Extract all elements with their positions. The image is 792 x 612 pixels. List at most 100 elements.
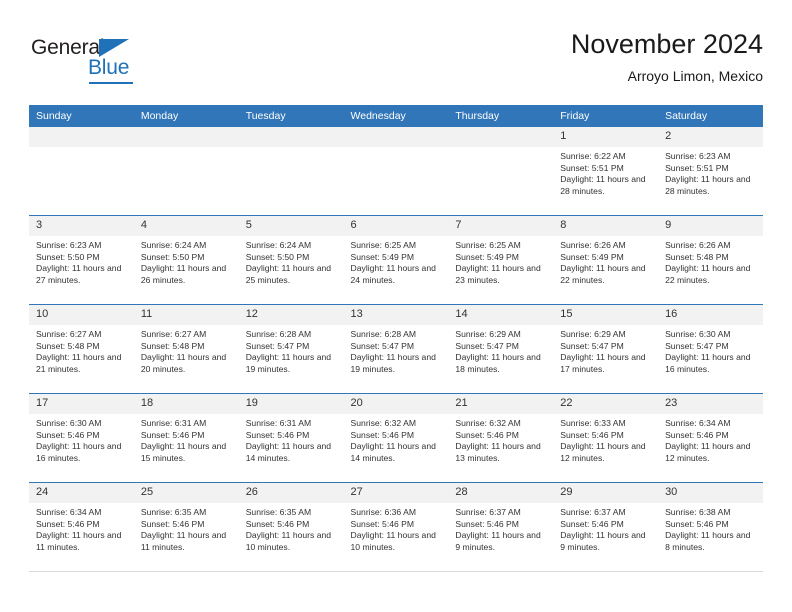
daylight-text: Daylight: 11 hours and 10 minutes. bbox=[245, 530, 332, 552]
day-number bbox=[133, 127, 239, 147]
sunset-text: Sunset: 5:47 PM bbox=[455, 340, 519, 351]
day-details bbox=[448, 147, 553, 151]
day-number: 12 bbox=[238, 305, 344, 325]
daylight-text: Daylight: 11 hours and 19 minutes. bbox=[350, 352, 436, 374]
day-number: 5 bbox=[238, 216, 344, 236]
daylight-text: Daylight: 11 hours and 16 minutes. bbox=[36, 441, 122, 463]
daylight-text: Daylight: 11 hours and 9 minutes. bbox=[455, 530, 541, 552]
calendar-day-cell[interactable]: 25 Sunrise: 6:35 AM Sunset: 5:46 PM Dayligh… bbox=[133, 482, 239, 572]
calendar-week-row: 3 Sunrise: 6:23 AM Sunset: 5:50 PM Daylight… bbox=[29, 215, 763, 305]
day-details: Sunrise: 6:25 AM Sunset: 5:49 PM Daylight:… bbox=[344, 236, 449, 286]
day-details: Sunrise: 6:34 AM Sunset: 5:46 PM Daylight:… bbox=[658, 414, 763, 464]
calendar-day-cell[interactable]: 6 Sunrise: 6:25 AM Sunset: 5:49 PM Daylight… bbox=[343, 215, 449, 305]
calendar-day-cell[interactable]: 9 Sunrise: 6:26 AM Sunset: 5:48 PM Daylight… bbox=[658, 215, 763, 305]
day-details: Sunrise: 6:24 AM Sunset: 5:50 PM Daylight:… bbox=[239, 236, 344, 286]
calendar-day-cell[interactable]: 30 Sunrise: 6:38 AM Sunset: 5:46 PM Dayligh… bbox=[658, 482, 763, 572]
calendar-day-cell[interactable]: 2 Sunrise: 6:23 AM Sunset: 5:51 PM Daylight… bbox=[658, 127, 763, 216]
day-number: 19 bbox=[238, 394, 344, 414]
general-blue-logo[interactable]: General Blue bbox=[31, 36, 171, 88]
calendar-day-cell[interactable]: 11 Sunrise: 6:27 AM Sunset: 5:48 PM Dayligh… bbox=[133, 304, 239, 394]
calendar-day-cell[interactable]: 20 Sunrise: 6:32 AM Sunset: 5:46 PM Dayligh… bbox=[343, 393, 449, 483]
day-details: Sunrise: 6:30 AM Sunset: 5:47 PM Daylight:… bbox=[658, 325, 763, 375]
weekday-header-sunday: Sunday bbox=[29, 105, 134, 127]
weekday-header-wednesday: Wednesday bbox=[343, 105, 449, 127]
calendar-day-cell[interactable]: 10 Sunrise: 6:27 AM Sunset: 5:48 PM Dayligh… bbox=[29, 304, 134, 394]
logo-underline bbox=[89, 82, 133, 84]
calendar-day-cell[interactable]: 8 Sunrise: 6:26 AM Sunset: 5:49 PM Daylight… bbox=[553, 215, 659, 305]
title-block: November 2024 Arroyo Limon, Mexico bbox=[571, 28, 763, 86]
calendar-day-cell[interactable]: 5 Sunrise: 6:24 AM Sunset: 5:50 PM Daylight… bbox=[238, 215, 344, 305]
daylight-text: Daylight: 11 hours and 11 minutes. bbox=[36, 530, 122, 552]
daylight-text: Daylight: 11 hours and 12 minutes. bbox=[665, 441, 751, 463]
page-subtitle: Arroyo Limon, Mexico bbox=[627, 68, 763, 84]
day-number: 13 bbox=[343, 305, 449, 325]
sunrise-text: Sunrise: 6:34 AM bbox=[36, 507, 102, 517]
day-number: 10 bbox=[29, 305, 134, 325]
sunrise-text: Sunrise: 6:24 AM bbox=[140, 240, 207, 250]
daylight-text: Daylight: 11 hours and 27 minutes. bbox=[36, 263, 122, 285]
day-number: 9 bbox=[658, 216, 763, 236]
sunset-text: Sunset: 5:46 PM bbox=[36, 518, 100, 529]
calendar-day-cell[interactable]: 22 Sunrise: 6:33 AM Sunset: 5:46 PM Dayligh… bbox=[553, 393, 659, 483]
daylight-text: Daylight: 11 hours and 8 minutes. bbox=[665, 530, 751, 552]
daylight-text: Daylight: 11 hours and 19 minutes. bbox=[245, 352, 332, 374]
daylight-text: Daylight: 11 hours and 20 minutes. bbox=[140, 352, 227, 374]
day-details: Sunrise: 6:36 AM Sunset: 5:46 PM Daylight:… bbox=[344, 503, 449, 553]
sunset-text: Sunset: 5:48 PM bbox=[140, 340, 205, 351]
day-number bbox=[29, 127, 134, 147]
calendar-day-cell[interactable]: 7 Sunrise: 6:25 AM Sunset: 5:49 PM Daylight… bbox=[448, 215, 554, 305]
calendar-day-cell[interactable]: 28 Sunrise: 6:37 AM Sunset: 5:46 PM Dayligh… bbox=[448, 482, 554, 572]
calendar-day-cell[interactable]: 21 Sunrise: 6:32 AM Sunset: 5:46 PM Dayligh… bbox=[448, 393, 554, 483]
sunset-text: Sunset: 5:46 PM bbox=[560, 429, 624, 440]
day-number: 16 bbox=[658, 305, 763, 325]
calendar-day-cell[interactable]: 19 Sunrise: 6:31 AM Sunset: 5:46 PM Dayligh… bbox=[238, 393, 344, 483]
calendar-day-cell[interactable]: 13 Sunrise: 6:28 AM Sunset: 5:47 PM Dayligh… bbox=[343, 304, 449, 394]
calendar-header-row: Sunday Monday Tuesday Wednesday Thursday Frid… bbox=[29, 105, 763, 127]
sunrise-text: Sunrise: 6:28 AM bbox=[350, 329, 416, 339]
day-details: Sunrise: 6:38 AM Sunset: 5:46 PM Daylight:… bbox=[658, 503, 763, 553]
calendar-day-cell[interactable]: 26 Sunrise: 6:35 AM Sunset: 5:46 PM Dayligh… bbox=[238, 482, 344, 572]
calendar-day-cell[interactable]: 24 Sunrise: 6:34 AM Sunset: 5:46 PM Dayligh… bbox=[29, 482, 134, 572]
daylight-text: Daylight: 11 hours and 18 minutes. bbox=[455, 352, 541, 374]
calendar-day-cell[interactable]: 12 Sunrise: 6:28 AM Sunset: 5:47 PM Dayligh… bbox=[238, 304, 344, 394]
day-number: 15 bbox=[553, 305, 659, 325]
calendar-day-cell[interactable]: 15 Sunrise: 6:29 AM Sunset: 5:47 PM Dayligh… bbox=[553, 304, 659, 394]
sunrise-text: Sunrise: 6:29 AM bbox=[455, 329, 521, 339]
day-number: 8 bbox=[553, 216, 659, 236]
sunset-text: Sunset: 5:46 PM bbox=[36, 429, 100, 440]
sunrise-text: Sunrise: 6:22 AM bbox=[560, 151, 626, 161]
calendar-day-cell[interactable]: 3 Sunrise: 6:23 AM Sunset: 5:50 PM Daylight… bbox=[29, 215, 134, 305]
calendar-day-cell[interactable]: 16 Sunrise: 6:30 AM Sunset: 5:47 PM Dayligh… bbox=[658, 304, 763, 394]
sunset-text: Sunset: 5:51 PM bbox=[560, 162, 624, 173]
day-details: Sunrise: 6:37 AM Sunset: 5:46 PM Daylight:… bbox=[448, 503, 553, 553]
day-number: 18 bbox=[133, 394, 239, 414]
calendar-day-cell[interactable]: 29 Sunrise: 6:37 AM Sunset: 5:46 PM Dayligh… bbox=[553, 482, 659, 572]
day-details bbox=[344, 147, 449, 151]
calendar-day-cell[interactable]: 4 Sunrise: 6:24 AM Sunset: 5:50 PM Daylight… bbox=[133, 215, 239, 305]
sunrise-text: Sunrise: 6:36 AM bbox=[350, 507, 416, 517]
daylight-text: Daylight: 11 hours and 24 minutes. bbox=[350, 263, 436, 285]
day-details: Sunrise: 6:32 AM Sunset: 5:46 PM Daylight:… bbox=[344, 414, 449, 464]
calendar-day-cell[interactable]: 27 Sunrise: 6:36 AM Sunset: 5:46 PM Dayligh… bbox=[343, 482, 449, 572]
day-number: 28 bbox=[448, 483, 554, 503]
daylight-text: Daylight: 11 hours and 21 minutes. bbox=[36, 352, 122, 374]
day-details: Sunrise: 6:30 AM Sunset: 5:46 PM Daylight:… bbox=[29, 414, 134, 464]
day-details: Sunrise: 6:37 AM Sunset: 5:46 PM Daylight:… bbox=[553, 503, 658, 553]
sunset-text: Sunset: 5:46 PM bbox=[665, 518, 729, 529]
blue-triangle-icon bbox=[99, 39, 129, 57]
sunset-text: Sunset: 5:46 PM bbox=[140, 518, 205, 529]
sunset-text: Sunset: 5:49 PM bbox=[350, 251, 415, 262]
daylight-text: Daylight: 11 hours and 15 minutes. bbox=[140, 441, 227, 463]
calendar-day-cell[interactable]: 17 Sunrise: 6:30 AM Sunset: 5:46 PM Dayligh… bbox=[29, 393, 134, 483]
sunrise-text: Sunrise: 6:32 AM bbox=[350, 418, 416, 428]
calendar-day-cell[interactable]: 18 Sunrise: 6:31 AM Sunset: 5:46 PM Dayligh… bbox=[133, 393, 239, 483]
day-number: 29 bbox=[553, 483, 659, 503]
sunrise-text: Sunrise: 6:25 AM bbox=[455, 240, 521, 250]
calendar-day-cell[interactable]: 23 Sunrise: 6:34 AM Sunset: 5:46 PM Dayligh… bbox=[658, 393, 763, 483]
calendar-day-cell[interactable]: 1 Sunrise: 6:22 AM Sunset: 5:51 PM Daylight… bbox=[553, 127, 659, 216]
calendar-day-cell[interactable]: 14 Sunrise: 6:29 AM Sunset: 5:47 PM Dayligh… bbox=[448, 304, 554, 394]
sunrise-text: Sunrise: 6:26 AM bbox=[560, 240, 626, 250]
daylight-text: Daylight: 11 hours and 12 minutes. bbox=[560, 441, 646, 463]
sunset-text: Sunset: 5:49 PM bbox=[455, 251, 519, 262]
sunrise-text: Sunrise: 6:27 AM bbox=[36, 329, 102, 339]
